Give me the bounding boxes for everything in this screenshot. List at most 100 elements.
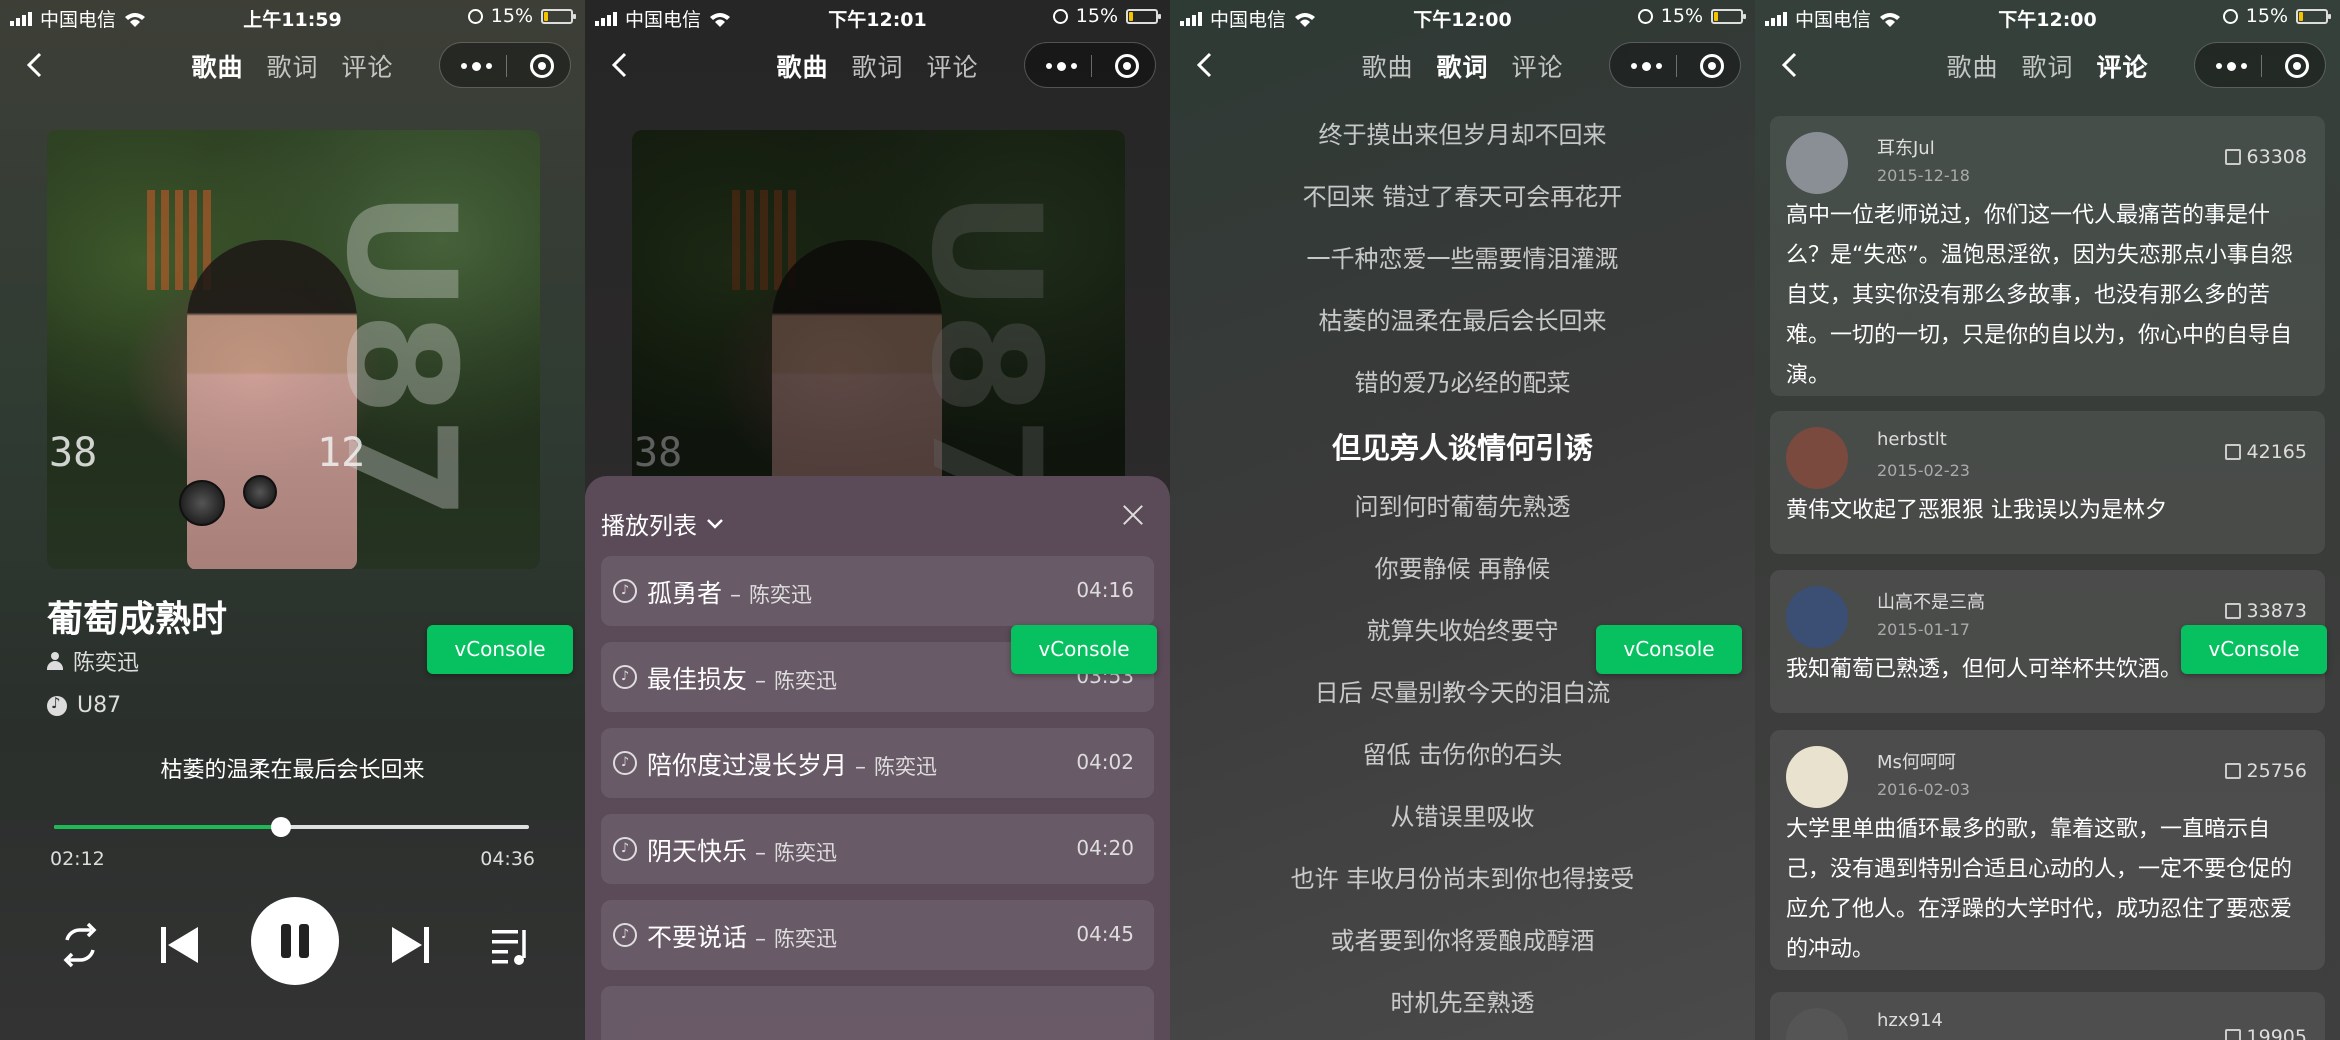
tab-lyrics[interactable]: 歌词 [266,48,318,84]
avatar[interactable] [1786,746,1848,808]
tab-song[interactable]: 歌曲 [777,48,829,84]
tab-comments[interactable]: 评论 [1511,48,1563,84]
lyric-line[interactable]: 留低 击伤你的石头 [1170,735,1755,797]
comment-username[interactable]: Ms何呵呵 [1877,748,1956,774]
previous-icon[interactable] [154,910,204,980]
vconsole-button[interactable]: vConsole [2181,625,2327,674]
thumbs-up-icon [2224,149,2241,165]
comment-date: 2015-02-23 [1877,461,1970,480]
playlist-song-duration: 04:02 [1076,750,1134,774]
tab-song[interactable]: 歌曲 [1362,48,1414,84]
playlist-song-duration: 04:20 [1076,836,1134,860]
lyric-line[interactable]: 错的爱乃必经的配菜 [1170,363,1755,425]
nav-bar: 歌曲 歌词 评论 [0,40,585,90]
avatar[interactable] [1786,427,1848,489]
lyric-line[interactable]: 或者要到你将爱酿成醇酒 [1170,921,1755,983]
miniprogram-capsule [439,42,571,88]
battery-icon [541,8,576,24]
close-miniprogram-icon[interactable] [2285,54,2309,78]
battery-icon [1711,8,1746,24]
progress-thumb[interactable] [271,817,292,837]
lyric-line[interactable]: 不回来 错过了春天可会再花开 [1170,177,1755,239]
comments-screen: 中国电信 下午12:00 15% 歌曲 歌词 评论 耳东Jul 2015-12-… [1755,0,2340,1040]
more-icon[interactable] [1041,54,1081,78]
miniprogram-capsule [1024,42,1156,88]
tab-comments[interactable]: 评论 [2096,48,2148,84]
rotation-lock-icon [1637,8,1653,24]
repeat-icon[interactable] [55,910,105,980]
like-button[interactable]: 33873 [2224,600,2307,622]
lyrics-screen: 中国电信 下午12:00 15% 歌曲 歌词 评论 终于摸出来但岁月却不回来 不回… [1170,0,1755,1040]
separator-dash: – [855,755,867,780]
close-miniprogram-icon[interactable] [1115,54,1139,78]
tab-lyrics[interactable]: 歌词 [1436,48,1488,84]
battery-percent: 15% [490,5,533,27]
lyric-line[interactable]: 从错误里吸收 [1170,797,1755,859]
pause-icon [281,924,291,958]
vconsole-button[interactable]: vConsole [1596,625,1742,674]
miniprogram-capsule [1609,42,1741,88]
tab-lyrics[interactable]: 歌词 [851,48,903,84]
lyric-line[interactable]: 时机先至熟透 [1170,983,1755,1040]
capsule-divider [1091,55,1092,77]
artist-row[interactable]: 陈奕迅 [47,645,139,677]
tab-song[interactable]: 歌曲 [1947,48,1999,84]
playlist-screen: 中国电信 下午12:01 15% 歌曲 歌词 评论 U87 38 播放列表 ♪ … [585,0,1170,1040]
avatar[interactable] [1786,132,1848,194]
close-miniprogram-icon[interactable] [530,54,554,78]
playlist-song-duration: 04:16 [1076,578,1134,602]
artist-name: 陈奕迅 [73,651,140,676]
next-icon[interactable] [386,910,436,980]
lyric-line[interactable]: 你要静候 再静候 [1170,549,1755,611]
like-button[interactable]: 25756 [2224,760,2307,782]
tab-comments[interactable]: 评论 [926,48,978,84]
comment-username[interactable]: herbstlt [1877,429,1947,450]
playlist-item[interactable]: ♪ 陪你度过漫长岁月 – 陈奕迅 04:02 [601,728,1154,798]
vconsole-button[interactable]: vConsole [1011,625,1157,674]
like-button[interactable]: 42165 [2224,441,2307,463]
rotation-lock-icon [467,8,483,24]
avatar[interactable] [1786,1008,1848,1040]
lyric-line[interactable]: 终于摸出来但岁月却不回来 [1170,115,1755,177]
comment-username[interactable]: 山高不是三高 [1877,588,1985,614]
avatar[interactable] [1786,586,1848,648]
comment-username[interactable]: hzx914 [1877,1010,1943,1031]
lyric-line-current[interactable]: 但见旁人谈情何引诱 [1170,425,1755,487]
progress-bar[interactable] [54,817,529,837]
lyric-line[interactable]: 日后 尽量别教今天的泪白流 [1170,673,1755,735]
like-button[interactable]: 19905 [2224,1026,2307,1040]
thumbs-up-icon [2224,1029,2241,1040]
capsule-divider [506,55,507,77]
lyrics-list[interactable]: 终于摸出来但岁月却不回来 不回来 错过了春天可会再花开 一千种恋爱一些需要情泪灌溉枯… [1170,115,1755,1040]
tab-comments[interactable]: 评论 [341,48,393,84]
nav-bar: 歌曲 歌词 评论 [1170,40,1755,90]
album-row[interactable]: U87 [47,693,121,718]
status-bar: 中国电信 下午12:00 15% [1755,0,2340,34]
vconsole-button[interactable]: vConsole [427,625,573,674]
lyric-line[interactable]: 问到何时葡萄先熟透 [1170,487,1755,549]
cover-u87-text: U87 [898,190,1072,521]
close-miniprogram-icon[interactable] [1700,54,1724,78]
like-button[interactable]: 63308 [2224,146,2307,168]
more-icon[interactable] [2211,54,2251,78]
playlist-item[interactable]: ♪ 孤勇者 – 陈奕迅 04:16 [601,556,1154,626]
lyric-line[interactable]: 一千种恋爱一些需要情泪灌溉 [1170,239,1755,301]
playlist-title-dropdown[interactable]: 播放列表 [601,506,725,541]
comment-username[interactable]: 耳东Jul [1877,134,1935,160]
nav-bar: 歌曲 歌词 评论 [1755,40,2340,90]
capsule-divider [2261,55,2262,77]
more-icon[interactable] [456,54,496,78]
pause-button[interactable] [251,897,339,985]
playlist-item[interactable] [601,986,1154,1040]
playlist-item[interactable]: ♪ 不要说话 – 陈奕迅 04:45 [601,900,1154,970]
lyric-line[interactable]: 枯萎的温柔在最后会长回来 [1170,301,1755,363]
tab-lyrics[interactable]: 歌词 [2021,48,2073,84]
tab-song[interactable]: 歌曲 [192,48,244,84]
playlist-icon[interactable] [486,910,536,980]
battery-percent: 15% [1660,5,1703,27]
close-icon[interactable] [1120,502,1146,528]
lyric-line[interactable]: 也许 丰收月份尚未到你也得接受 [1170,859,1755,921]
playlist-song-name: 阴天快乐 [647,837,748,866]
more-icon[interactable] [1626,54,1666,78]
playlist-item[interactable]: ♪ 阴天快乐 – 陈奕迅 04:20 [601,814,1154,884]
